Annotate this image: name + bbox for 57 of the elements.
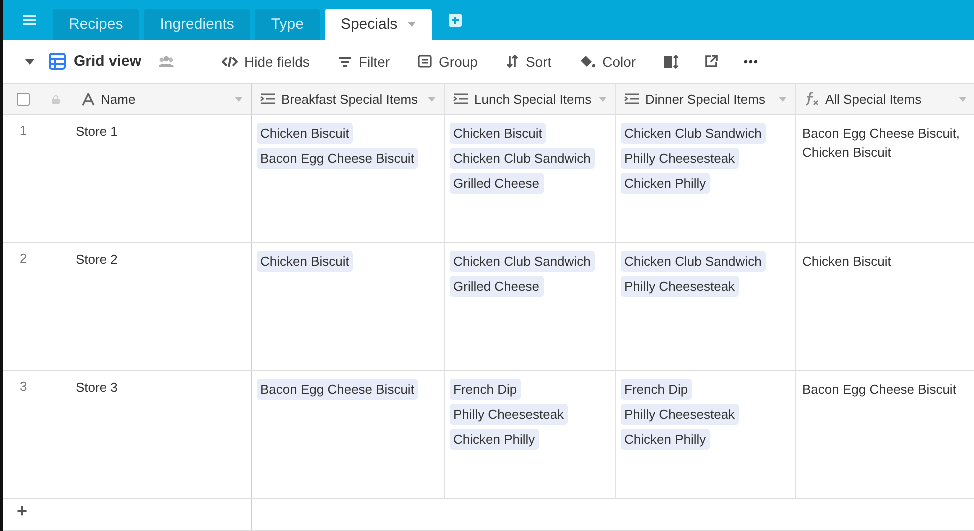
record-chip[interactable]: Chicken Biscuit [256,123,354,144]
row-number: 2 [19,251,28,266]
row-number: 3 [19,379,28,394]
tab[interactable]: Specials [324,9,432,40]
record-chip[interactable]: Philly Cheesesteak [620,148,740,169]
linked-records-icon [260,93,276,105]
record-chip[interactable]: Chicken Philly [450,429,540,450]
table-cell: Store 2 [76,251,118,267]
table-cell: Store 1 [76,123,118,139]
record-chip[interactable]: Chicken Philly [620,429,710,450]
record-chip[interactable]: Chicken Biscuit [450,123,546,144]
lock-icon [52,94,60,104]
table-cell-text: Chicken Biscuit [802,253,892,271]
row-height-icon[interactable] [663,54,680,68]
add-row-button[interactable]: + [11,499,34,524]
linked-records-icon [452,93,468,105]
record-chip[interactable]: Philly Cheesesteak [450,404,568,425]
row-number: 1 [19,123,28,138]
linked-records-icon [624,93,640,105]
record-chip[interactable]: French Dip [450,379,522,400]
share-icon[interactable] [705,55,718,68]
text-field-icon [82,92,95,106]
checkbox[interactable] [17,92,30,106]
menu-icon[interactable] [23,14,36,26]
record-chip[interactable]: Philly Cheesesteak [620,404,740,425]
table-cell: Store 3 [76,379,118,395]
record-chip[interactable]: Grilled Cheese [450,173,544,194]
more-icon[interactable] [744,60,758,64]
sort-icon [506,55,519,68]
group-button[interactable]: Group [407,54,489,70]
formula-icon [804,91,820,107]
filter-icon [338,56,352,68]
record-chip[interactable]: Chicken Club Sandwich [450,251,595,272]
record-chip[interactable]: Chicken Biscuit [256,251,354,272]
sort-button[interactable]: Sort [494,54,563,70]
table-cell-text: Bacon Egg Cheese Biscuit [802,381,958,399]
record-chip[interactable]: Bacon Egg Cheese Biscuit [256,379,418,400]
record-chip[interactable]: Chicken Philly [620,173,710,194]
add-icon[interactable] [448,14,462,26]
people-icon[interactable] [158,56,175,68]
filter-button[interactable]: Filter [326,54,402,70]
record-chip[interactable]: French Dip [620,379,692,400]
record-chip[interactable]: Grilled Cheese [450,276,544,297]
view-name[interactable]: Grid view [74,53,142,70]
record-chip[interactable]: Philly Cheesesteak [620,276,740,297]
color-button[interactable]: Color [568,54,648,70]
table-cell-text: Bacon Egg Cheese Biscuit, Chicken Biscuit [802,125,962,162]
record-chip[interactable]: Bacon Egg Cheese Biscuit [256,148,418,169]
record-chip[interactable]: Chicken Club Sandwich [620,251,766,272]
record-chip[interactable]: Chicken Club Sandwich [620,123,766,144]
grid-icon [49,53,66,70]
record-chip[interactable]: Chicken Club Sandwich [450,148,595,169]
caret-icon[interactable] [25,58,35,64]
paint-bucket-icon [580,54,596,68]
group-icon [418,55,432,68]
hide-button[interactable]: Hide fields [210,54,321,70]
code-icon [222,56,238,68]
